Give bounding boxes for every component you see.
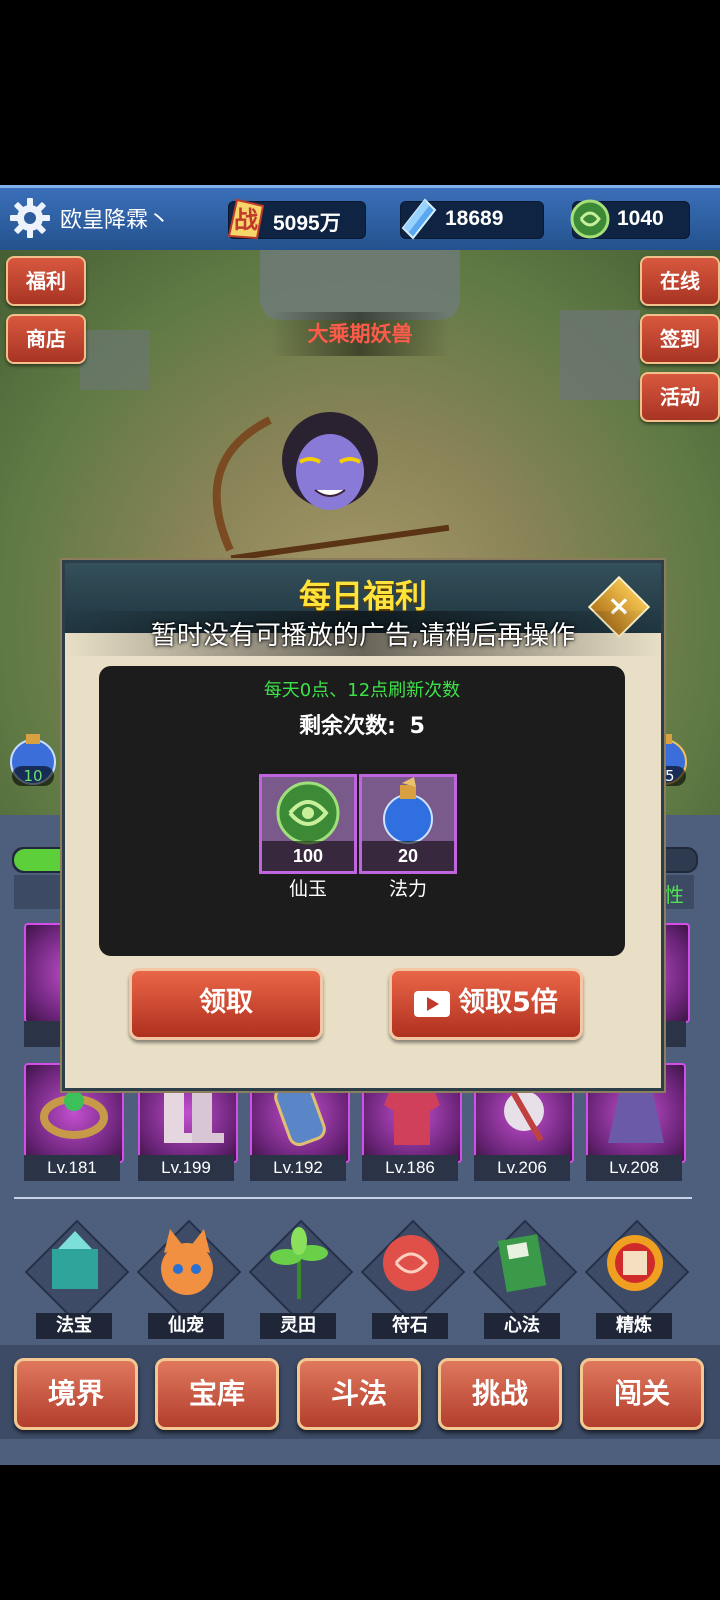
- stone-ruin-left: [80, 330, 150, 390]
- power-value: 5095万: [273, 212, 341, 235]
- jade-coin-icon: [570, 199, 610, 239]
- equipment-level: Lv.192: [250, 1155, 346, 1181]
- nav-challenge[interactable]: 挑战: [438, 1358, 562, 1430]
- function-mind[interactable]: 心法: [472, 1219, 578, 1339]
- function-label: 心法: [484, 1313, 560, 1339]
- treasure-icon: [52, 1231, 98, 1289]
- divider: [14, 1197, 692, 1199]
- refresh-note: 每天0点、12点刷新次数: [263, 680, 461, 701]
- equipment-level: Lv.206: [474, 1155, 570, 1181]
- settings-gear-icon[interactable]: [8, 196, 52, 240]
- refine-scroll-icon: [607, 1235, 663, 1291]
- stone-ruin-right: [560, 310, 640, 400]
- reward-mana[interactable]: 20: [359, 774, 457, 874]
- crystal-value: 18689: [445, 207, 504, 230]
- function-rune[interactable]: 符石: [360, 1219, 466, 1339]
- player-nickname[interactable]: 欧皇降霖丶: [60, 202, 170, 234]
- power-badge-text: 战: [234, 206, 258, 234]
- shop-button[interactable]: 商店: [6, 314, 86, 364]
- nav-realm[interactable]: 境界: [14, 1358, 138, 1430]
- stone-statue: [260, 250, 460, 320]
- power-display: 战 5095万: [227, 198, 366, 240]
- reward-name: 仙玉: [288, 878, 327, 900]
- crystal-display: 18689: [400, 198, 544, 240]
- jade-display: 1040: [570, 199, 690, 239]
- signin-button[interactable]: 签到: [640, 314, 720, 364]
- herb-icon: [270, 1227, 328, 1299]
- rune-stone-icon: [383, 1235, 439, 1291]
- equipment-level: Lv.181: [24, 1155, 120, 1181]
- mana-potion-icon: [383, 777, 433, 844]
- function-refine[interactable]: 精炼: [584, 1219, 690, 1339]
- top-bar: 欧皇降霖丶 战 5095万 18689 1040: [0, 185, 720, 252]
- claim-5x-button[interactable]: 领取5倍: [389, 968, 583, 1040]
- claim-5x-label: 领取5倍: [458, 987, 558, 1018]
- equipment-level: Lv.199: [138, 1155, 234, 1181]
- function-label: 精炼: [596, 1313, 672, 1339]
- jade-value: 1040: [617, 207, 664, 230]
- cat-pet-icon: [161, 1229, 213, 1295]
- equipment-level: Lv.186: [362, 1155, 458, 1181]
- equipment-level: Lv.208: [586, 1155, 682, 1181]
- scroll-book-icon: [497, 1234, 547, 1293]
- reward-count: 100: [262, 841, 354, 871]
- video-play-icon: [414, 990, 451, 1017]
- welfare-button[interactable]: 福利: [6, 256, 86, 306]
- nav-stage[interactable]: 闯关: [580, 1358, 704, 1430]
- remaining-count: 5: [409, 714, 425, 739]
- boss-title: 大乘期妖兽: [270, 312, 450, 356]
- function-pet[interactable]: 仙宠: [136, 1219, 242, 1339]
- jade-coin-icon: [276, 781, 340, 845]
- function-label: 法宝: [36, 1313, 112, 1339]
- left-potion[interactable]: 10: [6, 730, 60, 788]
- blue-crystal-icon: [401, 198, 437, 240]
- toast-message: 暂时没有可播放的广告,请稍后再操作: [65, 611, 661, 656]
- daily-welfare-dialog: 每日福利 × 暂时没有可播放的广告,请稍后再操作 每天0点、12点刷新次数 剩余…: [62, 560, 664, 1091]
- left-potion-count: 10: [12, 766, 54, 786]
- reward-jade[interactable]: 100: [259, 774, 357, 874]
- reward-name: 法力: [388, 878, 427, 900]
- function-field[interactable]: 灵田: [248, 1219, 354, 1339]
- function-label: 灵田: [260, 1313, 336, 1339]
- remaining-label: 剩余次数:: [299, 714, 396, 739]
- online-button[interactable]: 在线: [640, 256, 720, 306]
- claim-button[interactable]: 领取: [129, 968, 323, 1040]
- function-treasure[interactable]: 法宝: [24, 1219, 130, 1339]
- battle-power-icon: 战: [227, 198, 265, 240]
- function-label: 符石: [372, 1313, 448, 1339]
- remaining-count-row: 剩余次数: 5: [99, 708, 625, 740]
- reward-box: 每天0点、12点刷新次数 剩余次数: 5 100 仙玉 20 法力: [99, 666, 625, 956]
- boss-monster[interactable]: [190, 390, 470, 560]
- reward-count: 20: [362, 841, 454, 871]
- nav-duel[interactable]: 斗法: [297, 1358, 421, 1430]
- activity-button[interactable]: 活动: [640, 372, 720, 422]
- nav-treasury[interactable]: 宝库: [155, 1358, 279, 1430]
- function-label: 仙宠: [148, 1313, 224, 1339]
